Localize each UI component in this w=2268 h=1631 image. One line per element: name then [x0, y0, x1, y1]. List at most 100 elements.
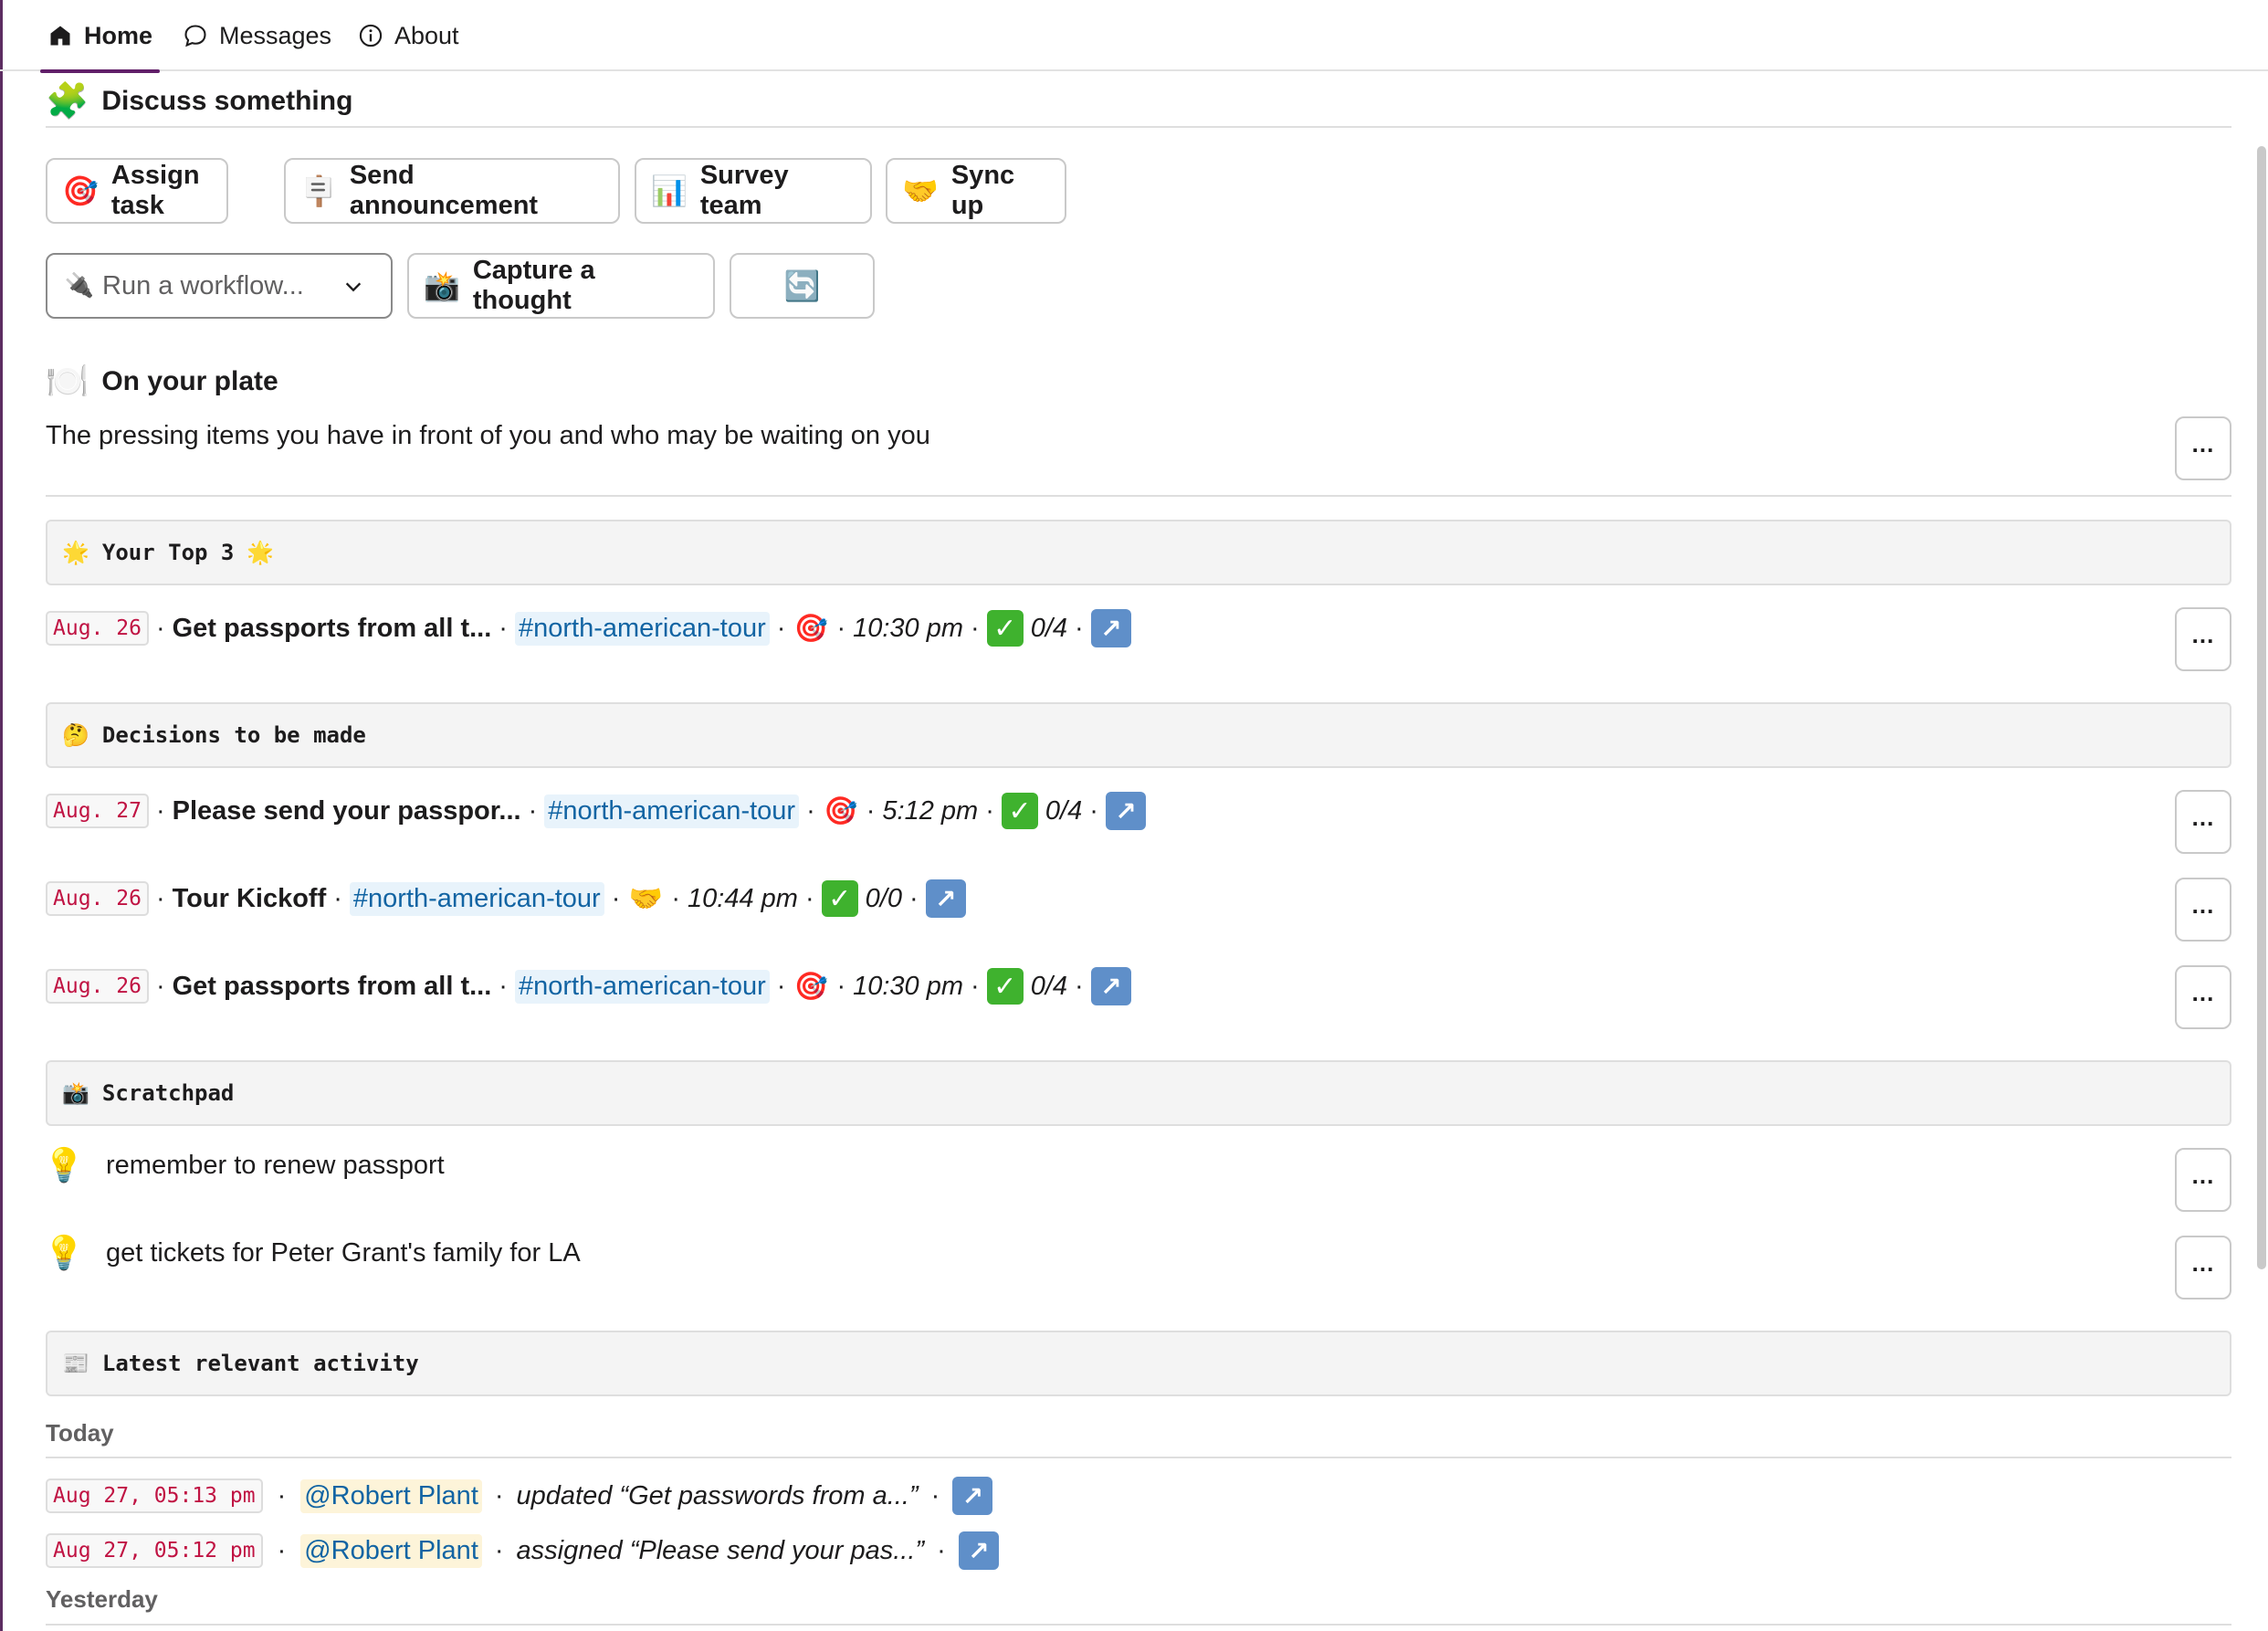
- ellipsis-icon: …: [2190, 979, 2216, 1006]
- channel-link[interactable]: #north-american-tour: [544, 794, 800, 828]
- button-label: Send announcement: [349, 161, 539, 220]
- button-label: Assign task: [110, 161, 200, 220]
- more-options-button[interactable]: …: [2175, 1148, 2231, 1212]
- separator: ·: [866, 795, 876, 826]
- separator: ·: [611, 883, 621, 913]
- survey-team-button[interactable]: 📊 Survey team: [635, 158, 872, 224]
- open-arrow-icon[interactable]: ↗: [1105, 792, 1146, 830]
- separator: ·: [908, 883, 919, 913]
- separator: ·: [937, 1535, 946, 1565]
- progress-count: 0/4: [1030, 613, 1068, 643]
- capture-thought-button[interactable]: 📸 Capture a thought: [407, 253, 715, 319]
- due-time: 10:30 pm: [853, 971, 964, 1001]
- top3-title: Your Top 3: [101, 540, 235, 565]
- decisions-header: 🤔 Decisions to be made: [46, 702, 2231, 768]
- separator: ·: [499, 971, 508, 1001]
- separator: ·: [155, 795, 165, 826]
- workflow-placeholder: Run a workflow...: [102, 270, 304, 300]
- plate-title: On your plate: [101, 365, 278, 396]
- user-mention[interactable]: @Robert Plant: [300, 1533, 482, 1568]
- scratchpad-note: 💡 get tickets for Peter Grant's family f…: [43, 1234, 581, 1272]
- activity-row: Aug 27, 05:12 pm · @Robert Plant · assig…: [46, 1528, 999, 1573]
- check-icon: ✓: [1001, 793, 1038, 829]
- lightbulb-icon: 💡: [43, 1235, 85, 1272]
- tab-about[interactable]: About: [358, 0, 459, 71]
- note-text: get tickets for Peter Grant's family for…: [106, 1237, 581, 1268]
- task-title[interactable]: Get passports from all t...: [173, 614, 492, 644]
- separator: ·: [155, 971, 165, 1001]
- note-text: remember to renew passport: [106, 1150, 445, 1180]
- activity-action: assigned “Please send your pas...”: [516, 1535, 925, 1565]
- left-accent-rule: [0, 0, 3, 1631]
- decisions-title: Decisions to be made: [101, 722, 366, 748]
- separator: ·: [776, 971, 786, 1001]
- camera-flash-icon: 📸: [62, 1080, 89, 1106]
- refresh-button[interactable]: 🔄: [730, 253, 875, 319]
- open-arrow-icon[interactable]: ↗: [1090, 609, 1131, 647]
- more-options-button[interactable]: …: [2175, 416, 2231, 480]
- top3-header: 🌟 Your Top 3 🌟: [46, 520, 2231, 585]
- divider: [46, 1457, 2231, 1458]
- open-arrow-icon[interactable]: ↗: [1090, 967, 1131, 1005]
- channel-link[interactable]: #north-american-tour: [349, 881, 604, 916]
- progress-count: 0/4: [1030, 971, 1068, 1001]
- info-icon: [359, 24, 383, 47]
- open-arrow-icon[interactable]: ↗: [952, 1477, 993, 1515]
- scrollbar[interactable]: [2257, 146, 2266, 1269]
- separator: ·: [806, 795, 815, 826]
- more-options-button[interactable]: …: [2175, 878, 2231, 942]
- separator: ·: [277, 1535, 287, 1565]
- open-arrow-icon[interactable]: ↗: [958, 1531, 999, 1570]
- activity-action: updated “Get passwords from a...”: [516, 1480, 919, 1510]
- plug-icon: 🔌: [64, 272, 95, 300]
- home-icon: [50, 26, 70, 46]
- tab-label: Home: [84, 21, 153, 49]
- channel-link[interactable]: #north-american-tour: [514, 969, 770, 1004]
- task-row: Aug. 26 · Get passports from all t... · …: [46, 605, 1131, 651]
- more-options-button[interactable]: …: [2175, 607, 2231, 671]
- due-time: 5:12 pm: [882, 795, 979, 826]
- tab-messages[interactable]: Messages: [183, 0, 331, 71]
- separator: ·: [930, 1480, 940, 1510]
- button-label: Sync up: [950, 161, 1015, 220]
- separator: ·: [776, 613, 786, 643]
- due-date: Aug. 26: [46, 969, 149, 1004]
- user-mention[interactable]: @Robert Plant: [300, 1478, 482, 1513]
- due-time: 10:30 pm: [853, 613, 964, 643]
- more-options-button[interactable]: …: [2175, 965, 2231, 1029]
- ellipsis-icon: …: [2190, 1249, 2216, 1277]
- workflow-select[interactable]: 🔌 Run a workflow...: [46, 253, 393, 319]
- open-arrow-icon[interactable]: ↗: [925, 879, 966, 918]
- target-icon: 🎯: [824, 794, 858, 827]
- discuss-title: Discuss something: [101, 85, 353, 116]
- ellipsis-icon: …: [2190, 891, 2216, 919]
- due-time: 10:44 pm: [688, 883, 798, 913]
- discuss-header: 🧩 Discuss something: [46, 80, 352, 121]
- separator: ·: [836, 613, 846, 643]
- placard-icon: 🪧: [300, 174, 337, 208]
- puzzle-icon: 🧩: [46, 80, 89, 121]
- tab-home[interactable]: Home: [39, 0, 161, 73]
- separator: ·: [1075, 613, 1084, 643]
- day-label-today: Today: [46, 1419, 114, 1447]
- activity-row: Aug 27, 05:13 pm · @Robert Plant · updat…: [46, 1473, 993, 1519]
- assign-task-button[interactable]: 🎯 Assign task: [46, 158, 228, 224]
- due-date: Aug. 26: [46, 881, 149, 916]
- separator: ·: [333, 883, 342, 913]
- more-options-button[interactable]: …: [2175, 1236, 2231, 1300]
- separator: ·: [499, 613, 508, 643]
- button-label: Capture a thought: [472, 256, 595, 315]
- handshake-icon: 🤝: [902, 174, 939, 208]
- scratchpad-title: Scratchpad: [101, 1080, 235, 1106]
- button-label: Survey team: [699, 161, 789, 220]
- due-date: Aug. 26: [46, 611, 149, 646]
- refresh-icon: 🔄: [783, 268, 821, 303]
- sync-up-button[interactable]: 🤝 Sync up: [886, 158, 1066, 224]
- channel-link[interactable]: #north-american-tour: [514, 611, 770, 646]
- task-title[interactable]: Tour Kickoff: [173, 884, 327, 914]
- separator: ·: [494, 1535, 504, 1565]
- more-options-button[interactable]: …: [2175, 790, 2231, 854]
- task-title[interactable]: Please send your passpor...: [173, 796, 521, 826]
- send-announcement-button[interactable]: 🪧 Send announcement: [284, 158, 620, 224]
- task-title[interactable]: Get passports from all t...: [173, 972, 492, 1002]
